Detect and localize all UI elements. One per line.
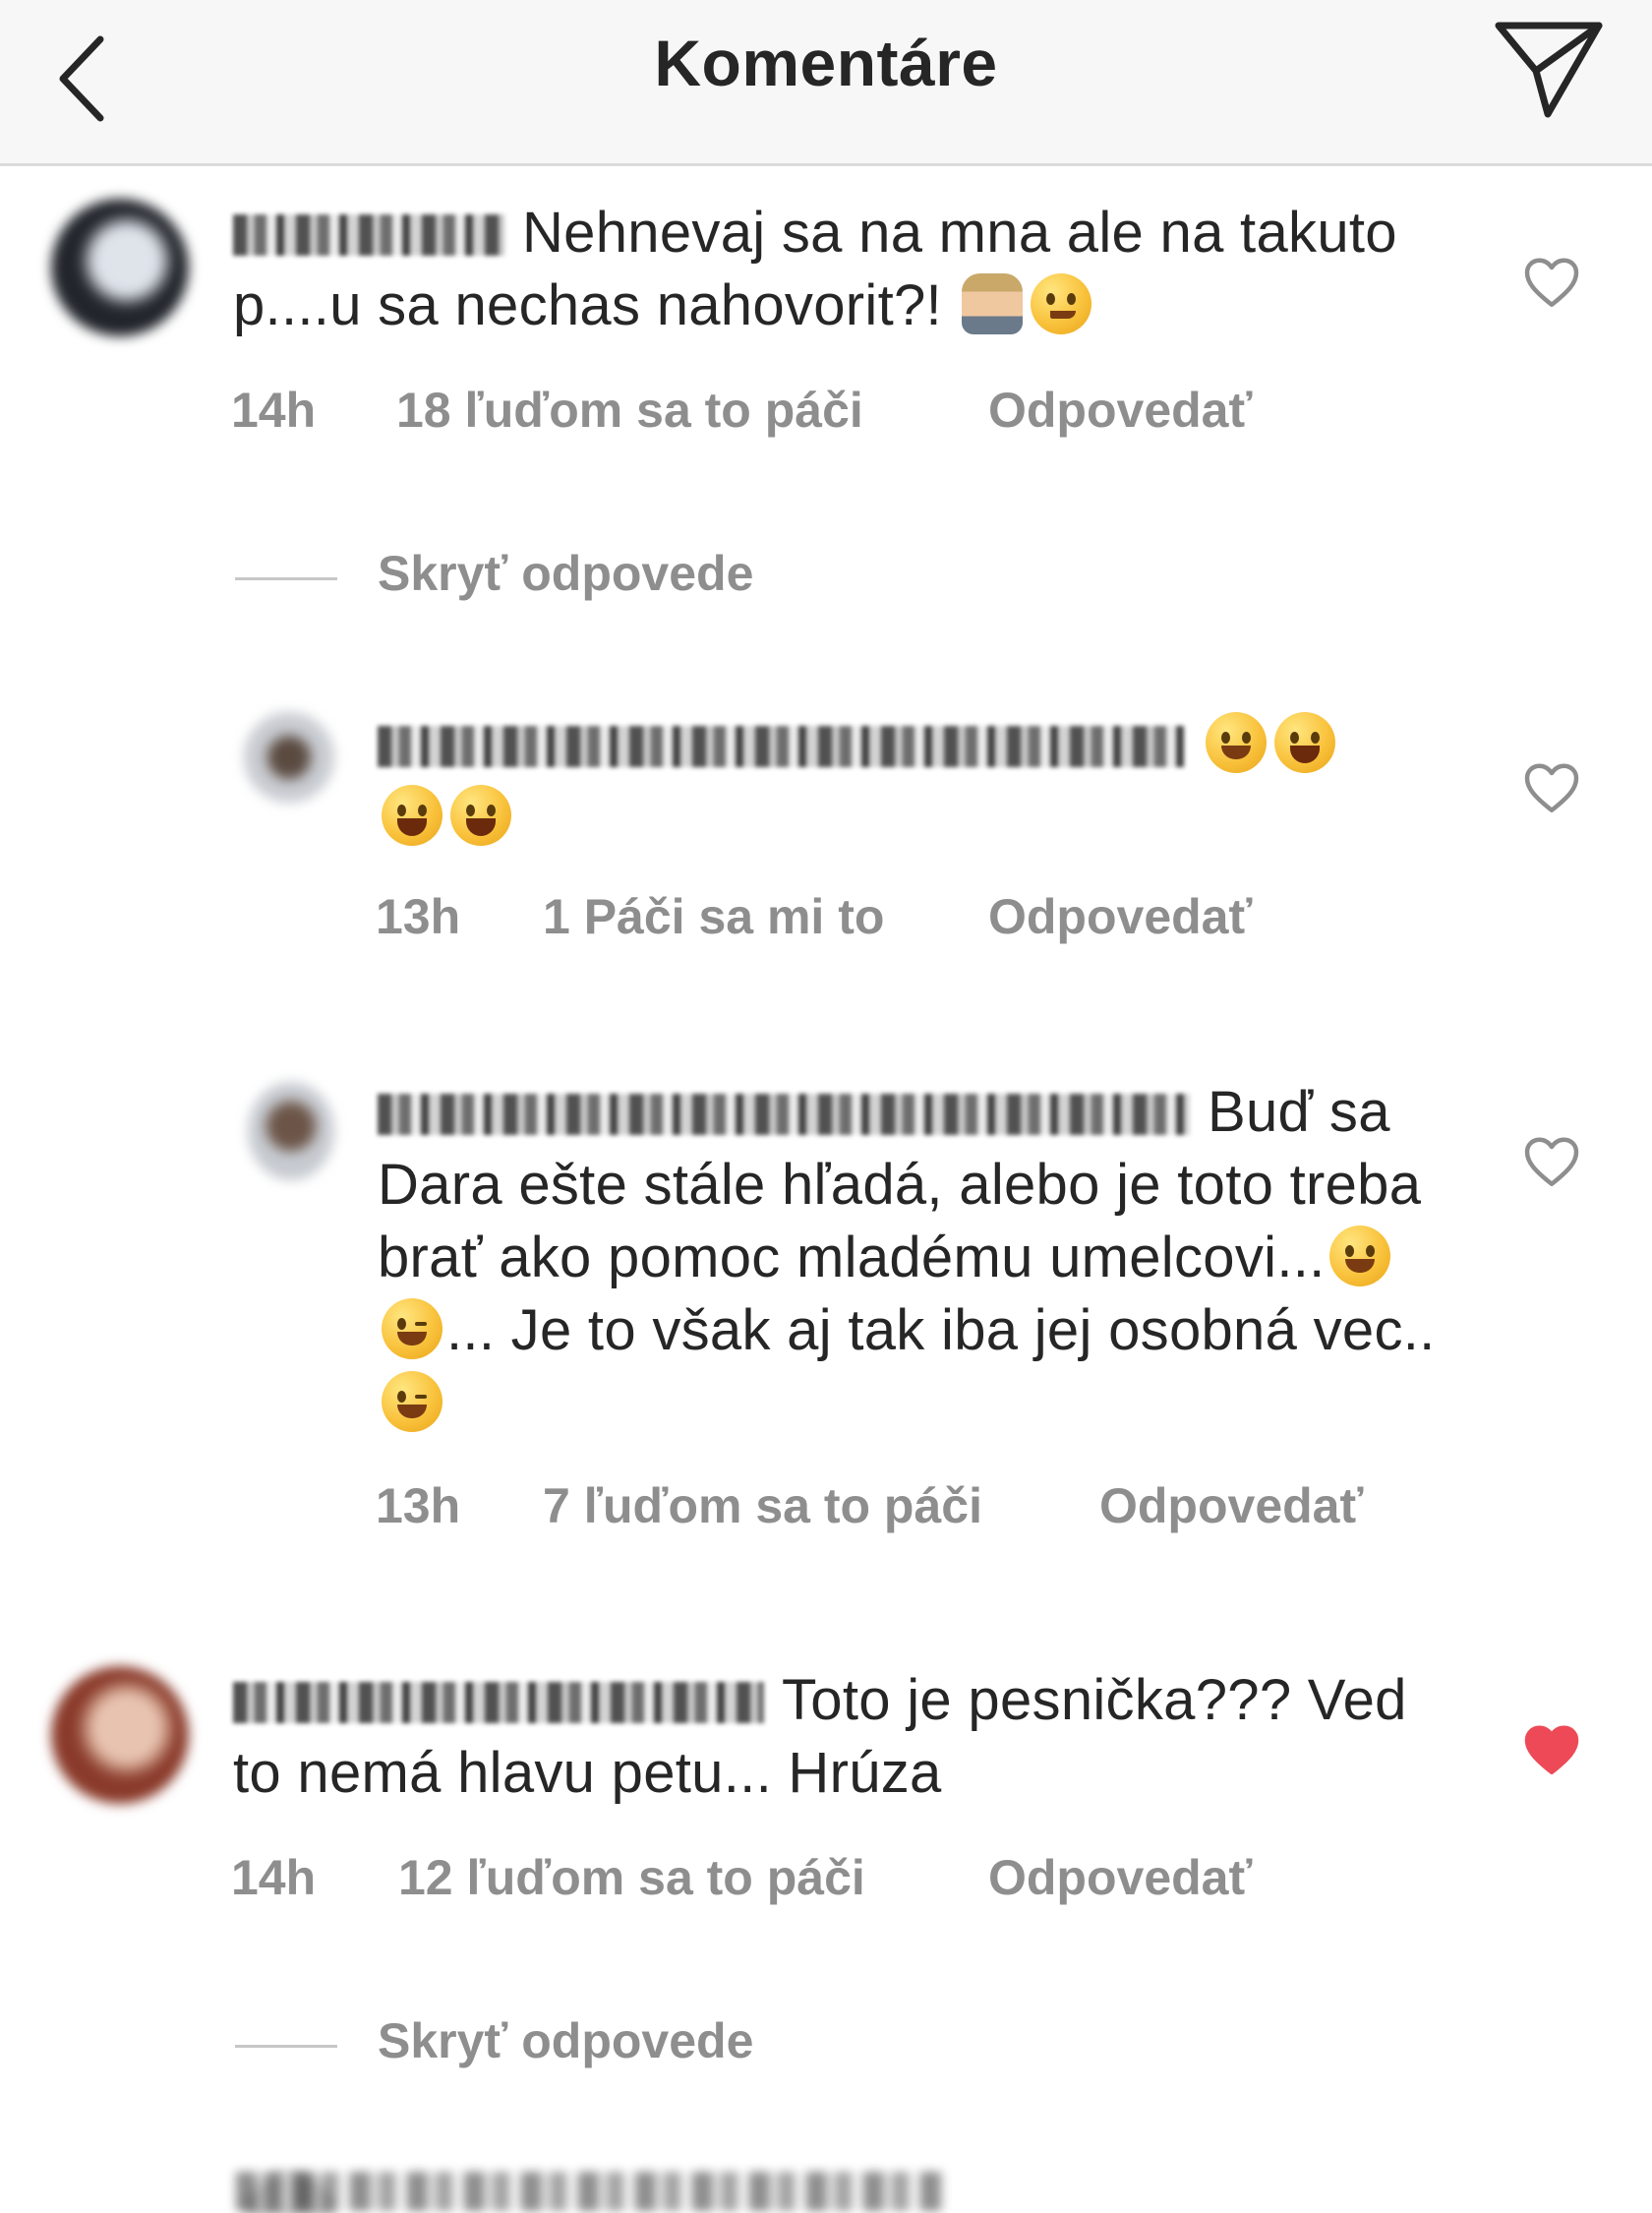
username[interactable]: [378, 1094, 1190, 1135]
timestamp: 13h: [376, 889, 461, 944]
divider: [235, 577, 337, 580]
tears-of-joy-emoji-icon: [1274, 712, 1335, 773]
tears-of-joy-emoji-icon: [450, 785, 511, 846]
avatar[interactable]: [51, 199, 189, 336]
reply-button[interactable]: Odpovedať: [988, 382, 1252, 439]
username[interactable]: [233, 214, 504, 256]
username[interactable]: [378, 726, 1184, 767]
likes-count[interactable]: 7 ľuďom sa to páči: [543, 1477, 982, 1534]
avatar[interactable]: [248, 1082, 334, 1180]
grin-emoji-icon: [1206, 712, 1267, 773]
comment-text: [378, 708, 1440, 854]
avatar[interactable]: [51, 1666, 189, 1804]
person-emoji-icon: [962, 273, 1024, 334]
timestamp: 13h: [376, 1478, 461, 1533]
comment-text: Buď sa Dara ešte stále hľadá, alebo je t…: [378, 1076, 1440, 1440]
comment-text: Nehnevaj sa na mna ale na takuto p....u …: [233, 201, 1397, 337]
divider: [235, 2045, 337, 2048]
timestamp: 14h: [231, 383, 317, 438]
tears-of-joy-emoji-icon: [382, 785, 442, 846]
wink-emoji-icon: [382, 1371, 442, 1432]
smirk-emoji-icon: [1031, 273, 1092, 334]
reply-button[interactable]: Odpovedať: [988, 888, 1252, 945]
avatar[interactable]: [244, 712, 334, 803]
likes-count[interactable]: 1 Páči sa mi to: [543, 888, 884, 945]
hide-replies-button[interactable]: Skryť odpovede: [235, 545, 753, 602]
heart-icon[interactable]: [1522, 1133, 1581, 1188]
reply-button[interactable]: Odpovedať: [988, 1849, 1252, 1906]
hide-replies-button[interactable]: Skryť odpovede: [235, 2012, 753, 2069]
username[interactable]: [236, 2172, 944, 2211]
heart-icon[interactable]: [1522, 759, 1581, 814]
paper-plane-icon[interactable]: [1487, 12, 1607, 132]
top-bar: Komentáre: [0, 0, 1652, 166]
timestamp: 14h: [231, 1850, 317, 1905]
username[interactable]: [233, 1682, 764, 1723]
reply-button[interactable]: Odpovedať: [1099, 1477, 1363, 1534]
grin-emoji-icon: [1328, 1226, 1390, 1286]
page-title: Komentáre: [654, 27, 998, 99]
heart-icon[interactable]: [1522, 254, 1581, 309]
likes-count[interactable]: 18 ľuďom sa to páči: [396, 382, 863, 439]
heart-filled-icon[interactable]: [1522, 1721, 1581, 1776]
comment-text: Toto je pesnička??? Ved to nemá hlavu pe…: [233, 1668, 1407, 1805]
likes-count[interactable]: 12 ľuďom sa to páči: [398, 1849, 865, 1906]
wink-emoji-icon: [382, 1298, 442, 1359]
